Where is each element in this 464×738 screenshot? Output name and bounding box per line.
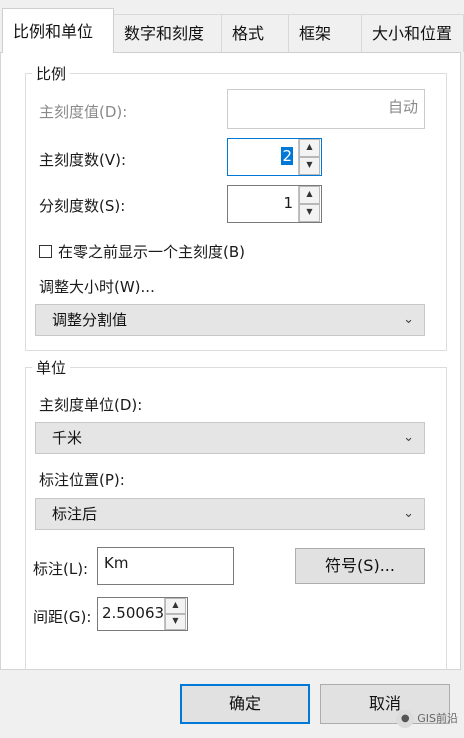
resize-dropdown-value: 调整分割值 [52, 311, 128, 329]
watermark-text: GIS前沿 [417, 712, 458, 725]
scale-group-title: 比例 [32, 63, 71, 84]
dialog-footer: 确定 取消 ● GIS前沿 [0, 670, 464, 738]
symbol-button[interactable]: 符号(S)... [295, 548, 425, 584]
zero-tick-checkbox[interactable] [39, 245, 52, 258]
major-tick-count-stepper: ▲ ▼ [298, 139, 320, 175]
zero-tick-checkbox-label: 在零之前显示一个主刻度(B) [58, 243, 245, 261]
tab-frame[interactable]: 框架 [288, 14, 362, 52]
spin-up-icon[interactable]: ▲ [165, 598, 186, 614]
spin-up-icon[interactable]: ▲ [299, 186, 320, 204]
major-tick-value-label: 主刻度值(D): [39, 103, 128, 121]
major-tick-count-value: 2 [281, 147, 293, 165]
major-tick-count-label: 主刻度数(V): [39, 151, 127, 169]
division-units-value: 千米 [52, 429, 83, 447]
major-tick-value-field[interactable]: 自动 [227, 89, 425, 129]
minor-tick-count-label: 分刻度数(S): [39, 197, 126, 215]
chevron-down-icon: ⌄ [403, 430, 414, 445]
spin-down-icon[interactable]: ▼ [299, 204, 320, 222]
gap-stepper: ▲ ▼ [164, 598, 186, 630]
units-group-title: 单位 [32, 357, 71, 378]
division-units-label: 主刻度单位(D): [39, 396, 143, 414]
label-position-dropdown[interactable]: 标注后 ⌄ [35, 498, 425, 530]
spin-up-icon[interactable]: ▲ [299, 139, 320, 157]
wechat-icon: ● [396, 710, 415, 728]
division-units-dropdown[interactable]: 千米 ⌄ [35, 422, 425, 454]
tab-numbers-and-ticks[interactable]: 数字和刻度 [113, 14, 222, 52]
spin-down-icon[interactable]: ▼ [165, 614, 186, 630]
chevron-down-icon: ⌄ [403, 506, 414, 521]
label-text-input[interactable]: Km [97, 547, 234, 585]
label-text-label: 标注(L): [33, 560, 89, 578]
gap-label: 间距(G): [33, 608, 92, 626]
label-position-value: 标注后 [52, 505, 98, 523]
resize-dropdown[interactable]: 调整分割值 ⌄ [35, 304, 425, 336]
zero-tick-checkbox-row[interactable]: 在零之前显示一个主刻度(B) [39, 241, 245, 262]
tab-format[interactable]: 格式 [221, 14, 289, 52]
label-position-label: 标注位置(P): [39, 471, 125, 489]
tab-scale-and-units[interactable]: 比例和单位 [2, 8, 114, 53]
spin-down-icon[interactable]: ▼ [299, 157, 320, 175]
ok-button[interactable]: 确定 [180, 684, 310, 724]
minor-tick-count-stepper: ▲ ▼ [298, 186, 320, 222]
watermark: ● GIS前沿 [396, 710, 458, 728]
resize-label: 调整大小时(W)... [39, 278, 155, 296]
tab-panel: 比例 主刻度值(D): 自动 主刻度数(V): 2 ▲ ▼ 分刻度数(S): 1… [0, 52, 461, 670]
tab-size-and-position[interactable]: 大小和位置 [361, 14, 464, 52]
chevron-down-icon: ⌄ [403, 312, 414, 327]
tab-bar: 比例和单位 数字和刻度 格式 框架 大小和位置 [0, 0, 464, 53]
